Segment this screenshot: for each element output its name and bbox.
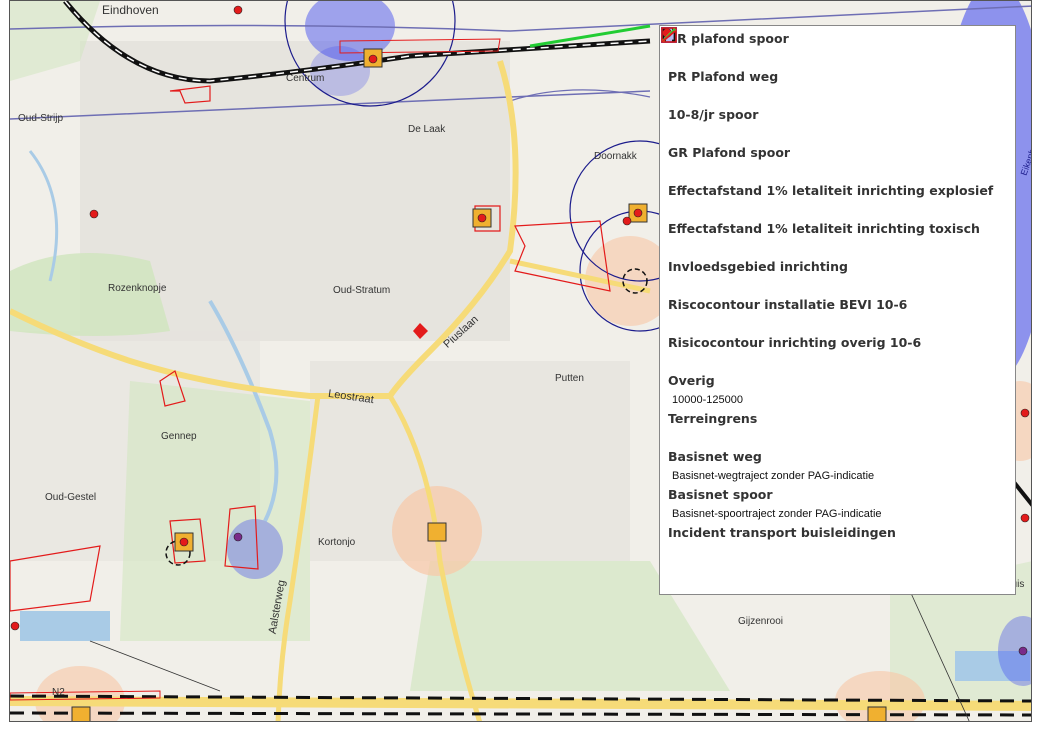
place-label: Gennep [161, 431, 197, 442]
legend-item-title: PR Plafond weg [668, 69, 779, 84]
place-label: Putten [555, 373, 584, 384]
place-label: Centrum [286, 73, 325, 84]
legend-item-title: GR Plafond spoor [668, 145, 791, 160]
road-label-n2: N2 [52, 687, 65, 698]
legend-item-title: Terreingrens [668, 411, 758, 426]
legend-item-risico-overig: Risicocontour inrichting overig 10-6 [661, 27, 1007, 373]
legend-item-effect-toxisch: Effectafstand 1% letaliteit inrichting t… [662, 28, 1007, 259]
place-label: Eindhoven [102, 3, 159, 17]
legend-item-title: Basisnet spoor [668, 487, 773, 502]
place-label: Rozenknopje [108, 283, 167, 294]
legend-item-incident-buis: Incident transport buisleidingen [662, 30, 1007, 563]
risk-map[interactable]: Eindhoven Oud-Strijp Centrum De Laak Doo… [9, 0, 1032, 722]
legend-item-sublabel: 10000-125000 [672, 394, 743, 406]
place-label: Oud-Strijp [18, 113, 64, 124]
legend-item-basisnet-weg: Basisnet weg Basisnet-wegtraject zonder P… [662, 28, 1007, 487]
place-label: Oud-Gestel [45, 492, 97, 503]
legend-item-terreingrens: Terreingrens [661, 27, 1007, 449]
legend-item-basisnet-spoor: Basisnet spoor Basisnet-spoortraject zond… [662, 28, 1007, 525]
legend-item-title: PR plafond spoor [668, 31, 789, 46]
map-legend: PR plafond spoor PR Plafond weg 10-8/jr sp… [659, 25, 1016, 595]
legend-item-title: Riscocontour installatie BEVI 10-6 [668, 297, 908, 312]
legend-item-title: 10-8/jr spoor [668, 107, 759, 122]
legend-item-title: Overig [668, 373, 715, 388]
legend-item-effect-explosief: Effectafstand 1% letaliteit inrichting e… [662, 28, 1007, 221]
legend-item-sublabel: Basisnet-wegtraject zonder PAG-indicatie [672, 470, 875, 482]
legend-item-invloedsgebied: Invloedsgebied inrichting [661, 27, 1007, 297]
place-label: Oud-Stratum [333, 285, 391, 296]
legend-item-title: Basisnet weg [668, 449, 762, 464]
place-label: Gijzenrooi [738, 616, 784, 627]
place-label: Doornakk [594, 151, 637, 162]
place-label: De Laak [408, 124, 446, 135]
legend-item-title: Risicocontour inrichting overig 10-6 [668, 335, 922, 350]
legend-item-title: Invloedsgebied inrichting [668, 259, 848, 274]
legend-item-title: Incident transport buisleidingen [668, 525, 896, 540]
legend-item-pr-plafond-weg: PR Plafond weg [661, 27, 1007, 107]
legend-item-title: Effectafstand 1% letaliteit inrichting e… [668, 183, 994, 198]
legend-item-spoor-10-8: 10-8/jr spoor [661, 27, 1007, 145]
legend-item-gr-plafond-spoor: GR Plafond spoor [661, 27, 1007, 183]
legend-item-risico-bevi: Riscocontour installatie BEVI 10-6 [661, 27, 1007, 335]
legend-item-title: Effectafstand 1% letaliteit inrichting t… [668, 221, 980, 236]
legend-item-sublabel: Basisnet-spoortraject zonder PAG-indicat… [672, 508, 882, 520]
legend-item-pr-plafond-spoor: PR plafond spoor [661, 27, 1007, 69]
legend-item-overig: Overig 10000-125000 [662, 28, 1007, 411]
place-label: Kortonjo [318, 537, 356, 548]
